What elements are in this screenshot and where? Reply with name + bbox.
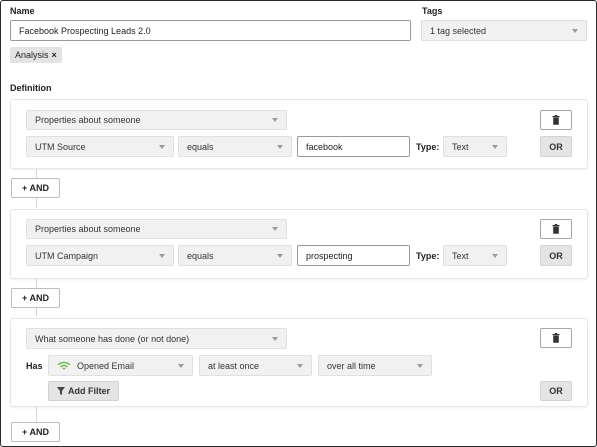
- operator-value: equals: [187, 250, 214, 261]
- condition-kind-select[interactable]: Properties about someone: [26, 219, 287, 239]
- or-button[interactable]: OR: [540, 245, 572, 266]
- operator-select[interactable]: equals: [178, 136, 292, 157]
- and-connector: [36, 308, 37, 316]
- property-value: UTM Source: [35, 141, 86, 152]
- event-select[interactable]: Opened Email: [48, 355, 193, 376]
- chevron-down-icon: [572, 28, 578, 33]
- chevron-down-icon: [277, 253, 283, 258]
- chevron-down-icon: [272, 118, 278, 122]
- frequency-value: at least once: [208, 360, 260, 371]
- type-value: Text: [452, 141, 469, 152]
- add-and-button[interactable]: + AND: [11, 288, 60, 308]
- condition-kind-value: What someone has done (or not done): [35, 333, 190, 344]
- filter-icon: [57, 387, 65, 395]
- chevron-down-icon: [492, 144, 498, 149]
- and-connector: [36, 278, 37, 288]
- value-input[interactable]: facebook: [297, 136, 410, 157]
- tag-chip-analysis: Analysis ×: [10, 47, 62, 63]
- and-connector: [36, 406, 37, 422]
- trash-icon: [552, 224, 560, 234]
- and-connector: [36, 198, 37, 208]
- type-label: Type:: [416, 251, 440, 261]
- property-select[interactable]: UTM Campaign: [26, 245, 174, 266]
- condition-kind-value: Properties about someone: [35, 224, 141, 234]
- chevron-down-icon: [277, 144, 283, 149]
- chevron-down-icon: [159, 144, 165, 149]
- condition-kind-select[interactable]: What someone has done (or not done): [26, 328, 287, 349]
- add-filter-button[interactable]: Add Filter: [48, 381, 119, 401]
- frequency-select[interactable]: at least once: [199, 355, 312, 376]
- add-and-button[interactable]: + AND: [11, 422, 60, 442]
- opened-email-icon: [57, 361, 71, 370]
- trash-icon: [552, 115, 560, 125]
- tag-chip-label: Analysis: [15, 50, 49, 60]
- add-and-button[interactable]: + AND: [11, 178, 60, 198]
- chevron-down-icon: [297, 363, 303, 368]
- name-label: Name: [10, 6, 35, 16]
- trash-icon: [552, 333, 560, 343]
- delete-condition-button[interactable]: [540, 110, 572, 130]
- chevron-down-icon: [159, 253, 165, 258]
- chevron-down-icon: [178, 363, 184, 368]
- has-label: Has: [26, 361, 43, 371]
- tags-select[interactable]: 1 tag selected: [421, 20, 587, 41]
- add-filter-label: Add Filter: [68, 386, 110, 396]
- value-input[interactable]: prospecting: [297, 245, 410, 266]
- or-button[interactable]: OR: [540, 136, 572, 157]
- timeframe-select[interactable]: over all time: [318, 355, 432, 376]
- name-input[interactable]: Facebook Prospecting Leads 2.0: [10, 20, 411, 41]
- chevron-down-icon: [272, 336, 278, 341]
- event-value: Opened Email: [77, 360, 135, 371]
- chevron-down-icon: [492, 253, 498, 258]
- value-input-text: prospecting: [306, 250, 353, 261]
- tags-label: Tags: [422, 6, 443, 16]
- type-select[interactable]: Text: [443, 136, 507, 157]
- chevron-down-icon: [272, 227, 278, 231]
- operator-select[interactable]: equals: [178, 245, 292, 266]
- tag-remove-icon[interactable]: ×: [52, 50, 57, 60]
- condition-kind-select[interactable]: Properties about someone: [26, 110, 287, 130]
- condition-kind-value: Properties about someone: [35, 115, 141, 125]
- tags-select-value: 1 tag selected: [430, 25, 487, 36]
- name-input-value: Facebook Prospecting Leads 2.0: [19, 25, 151, 36]
- or-button[interactable]: OR: [540, 381, 572, 401]
- chevron-down-icon: [417, 363, 423, 368]
- operator-value: equals: [187, 141, 214, 152]
- type-select[interactable]: Text: [443, 245, 507, 266]
- and-connector: [36, 168, 37, 178]
- type-value: Text: [452, 250, 469, 261]
- delete-condition-button[interactable]: [540, 328, 572, 348]
- property-select[interactable]: UTM Source: [26, 136, 174, 157]
- property-value: UTM Campaign: [35, 250, 99, 261]
- definition-label: Definition: [10, 83, 52, 93]
- timeframe-value: over all time: [327, 360, 376, 371]
- type-label: Type:: [416, 142, 440, 152]
- delete-condition-button[interactable]: [540, 219, 572, 239]
- value-input-text: facebook: [306, 141, 343, 152]
